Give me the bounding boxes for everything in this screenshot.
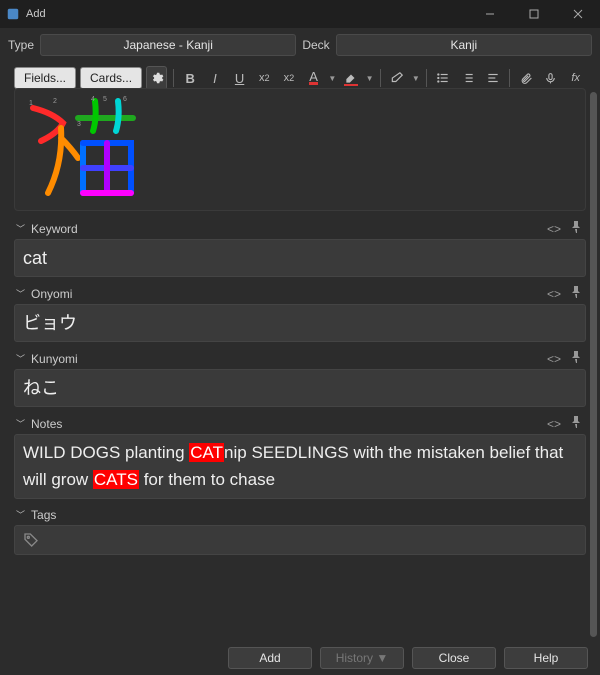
svg-text:2: 2 xyxy=(53,98,57,105)
ul-button[interactable] xyxy=(433,66,454,90)
chevron-down-icon: ﹀ xyxy=(16,287,25,300)
kanji-stroke-svg: 1 2 3 4 5 6 xyxy=(23,93,138,208)
keyword-label: Keyword xyxy=(31,222,78,236)
minimize-button[interactable] xyxy=(468,0,512,28)
add-button[interactable]: Add xyxy=(228,647,312,669)
chevron-down-icon: ﹀ xyxy=(16,417,25,430)
close-button[interactable]: Close xyxy=(412,647,496,669)
fx-button[interactable]: fx xyxy=(565,66,586,90)
titlebar: Add xyxy=(0,0,600,28)
onyomi-header[interactable]: ﹀ Onyomi <> xyxy=(14,282,586,304)
window-title: Add xyxy=(26,8,46,20)
app-icon xyxy=(6,7,20,21)
superscript-button[interactable]: x2 xyxy=(254,66,275,90)
text-color-dropdown-icon[interactable]: ▼ xyxy=(328,66,337,90)
kunyomi-label: Kunyomi xyxy=(31,352,78,366)
highlight-button[interactable] xyxy=(341,66,362,90)
attach-button[interactable] xyxy=(516,66,537,90)
tags-header[interactable]: ﹀ Tags xyxy=(14,504,586,525)
italic-button[interactable]: I xyxy=(205,66,226,90)
divider xyxy=(426,69,427,87)
ol-button[interactable] xyxy=(458,66,479,90)
mic-button[interactable] xyxy=(541,66,562,90)
align-button[interactable] xyxy=(482,66,503,90)
highlight-dropdown-icon[interactable]: ▼ xyxy=(365,66,374,90)
bold-button[interactable]: B xyxy=(180,66,201,90)
tag-icon xyxy=(23,532,39,548)
svg-text:6: 6 xyxy=(123,96,127,103)
tags-label: Tags xyxy=(31,508,56,522)
pin-icon[interactable] xyxy=(568,351,584,366)
svg-text:5: 5 xyxy=(103,96,107,103)
chevron-down-icon: ﹀ xyxy=(16,222,25,235)
notes-text: for them to chase xyxy=(139,470,275,489)
svg-text:3: 3 xyxy=(77,121,81,128)
type-value: Japanese - Kanji xyxy=(123,38,212,52)
keyword-header[interactable]: ﹀ Keyword <> xyxy=(14,217,586,239)
content-scroller: 1 2 3 4 5 6 ﹀ Keyword <> cat ﹀ Onyomi <> ビョウ… xyxy=(0,88,600,639)
help-button[interactable]: Help xyxy=(504,647,588,669)
maximize-button[interactable] xyxy=(512,0,556,28)
notes-text: WILD DOGS planting xyxy=(23,443,189,462)
code-icon[interactable]: <> xyxy=(546,287,562,301)
kunyomi-input[interactable]: ねこ xyxy=(14,369,586,407)
cards-button[interactable]: Cards... xyxy=(80,67,142,89)
notes-header[interactable]: ﹀ Notes <> xyxy=(14,412,586,434)
tags-input[interactable] xyxy=(14,525,586,555)
divider xyxy=(509,69,510,87)
pin-icon[interactable] xyxy=(568,286,584,301)
deck-label: Deck xyxy=(302,38,329,52)
kunyomi-header[interactable]: ﹀ Kunyomi <> xyxy=(14,347,586,369)
subscript-button[interactable]: x2 xyxy=(279,66,300,90)
notes-input[interactable]: WILD DOGS planting CATnip SEEDLINGS with… xyxy=(14,434,586,499)
code-icon[interactable]: <> xyxy=(546,417,562,431)
eraser-dropdown-icon[interactable]: ▼ xyxy=(411,66,420,90)
pin-icon[interactable] xyxy=(568,221,584,236)
chevron-down-icon: ﹀ xyxy=(16,508,25,521)
svg-text:4: 4 xyxy=(91,96,95,103)
notes-highlight: CATS xyxy=(93,470,139,489)
eraser-button[interactable] xyxy=(387,66,408,90)
type-selector[interactable]: Japanese - Kanji xyxy=(40,34,296,56)
onyomi-input[interactable]: ビョウ xyxy=(14,304,586,342)
divider xyxy=(380,69,381,87)
kanji-image-field[interactable]: 1 2 3 4 5 6 xyxy=(14,88,586,211)
pin-icon[interactable] xyxy=(568,416,584,431)
history-button[interactable]: History ▼ xyxy=(320,647,404,669)
footer: Add History ▼ Close Help xyxy=(0,641,600,675)
code-icon[interactable]: <> xyxy=(546,222,562,236)
scrollbar[interactable] xyxy=(590,92,597,637)
settings-button[interactable] xyxy=(146,66,167,90)
notes-label: Notes xyxy=(31,417,62,431)
close-window-button[interactable] xyxy=(556,0,600,28)
text-color-button[interactable]: A xyxy=(303,66,324,90)
deck-value: Kanji xyxy=(451,38,478,52)
onyomi-label: Onyomi xyxy=(31,287,72,301)
type-label: Type xyxy=(8,38,34,52)
fields-button[interactable]: Fields... xyxy=(14,67,76,89)
keyword-input[interactable]: cat xyxy=(14,239,586,277)
chevron-down-icon: ﹀ xyxy=(16,352,25,365)
notes-highlight: CAT xyxy=(189,443,224,462)
underline-button[interactable]: U xyxy=(229,66,250,90)
svg-text:1: 1 xyxy=(29,100,33,107)
code-icon[interactable]: <> xyxy=(546,352,562,366)
deck-selector[interactable]: Kanji xyxy=(336,34,592,56)
divider xyxy=(173,69,174,87)
type-deck-row: Type Japanese - Kanji Deck Kanji xyxy=(0,28,600,62)
